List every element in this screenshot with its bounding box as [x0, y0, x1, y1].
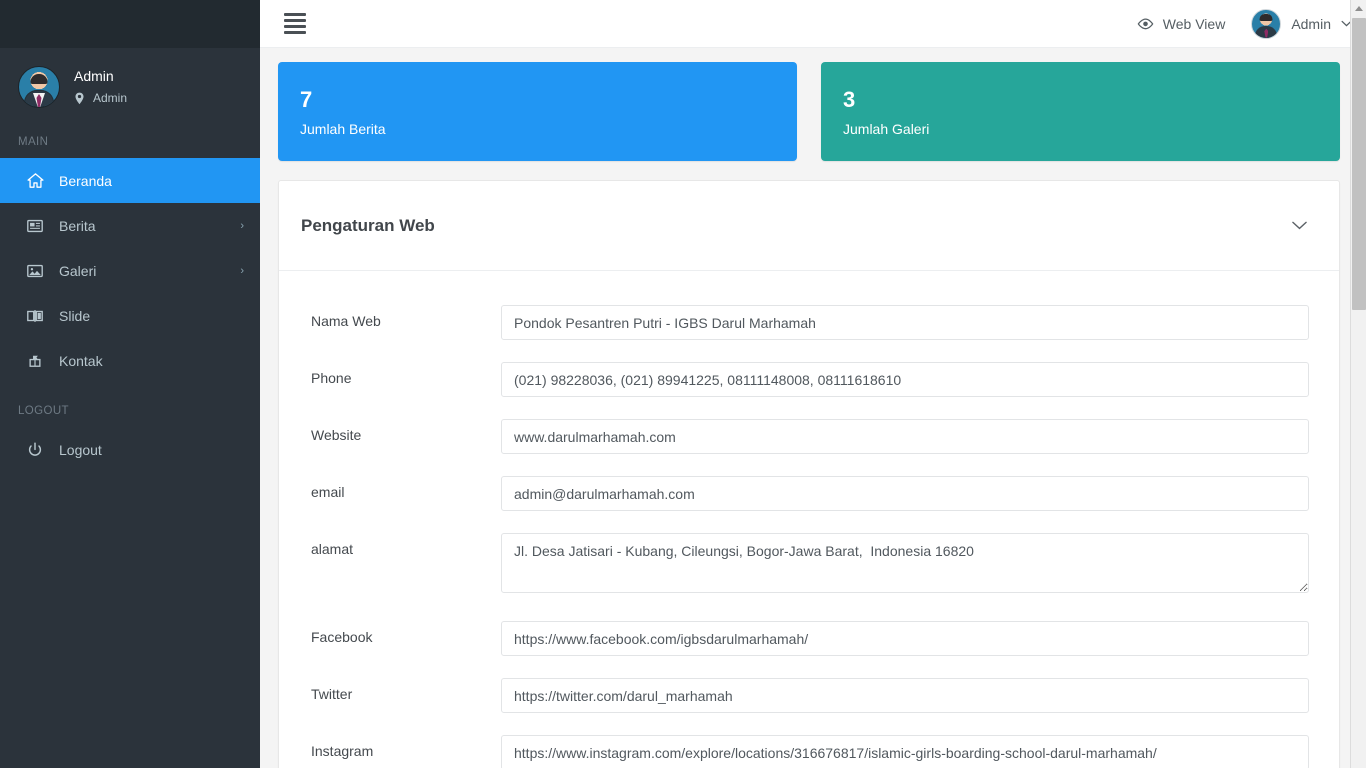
- field-label: Facebook: [311, 629, 373, 645]
- stat-label: Jumlah Galeri: [843, 121, 930, 138]
- field-row-instagram: Instagram: [311, 735, 1309, 768]
- sidebar-item-logout[interactable]: Logout: [0, 427, 260, 472]
- pengaturan-web-panel: Pengaturan Web Nama Web Phone: [278, 180, 1340, 768]
- sidebar-item-arrow: ›: [240, 264, 244, 277]
- stat-card-berita[interactable]: 7 Jumlah Berita: [278, 62, 797, 161]
- navbar-user-menu[interactable]: Admin: [1251, 8, 1352, 39]
- sidebar-item-label: Kontak: [59, 352, 103, 369]
- image-icon: [25, 261, 45, 281]
- stat-card-galeri[interactable]: 3 Jumlah Galeri: [821, 62, 1340, 161]
- field-row-nama-web: Nama Web: [311, 305, 1309, 340]
- panel-body: Nama Web Phone Website email: [279, 271, 1339, 768]
- facebook-input[interactable]: [501, 621, 1309, 656]
- panel-collapse-button[interactable]: [1286, 213, 1313, 238]
- sidebar-item-galeri[interactable]: Galeri ›: [0, 248, 260, 293]
- sidebar-section-main: MAIN: [18, 136, 49, 148]
- alamat-textarea[interactable]: [501, 533, 1309, 593]
- eye-icon: [1137, 18, 1154, 29]
- field-label: Website: [311, 427, 362, 443]
- page-title: Pengaturan Web: [301, 215, 435, 235]
- sidebar-item-label: Berita: [59, 217, 96, 234]
- sidebar-section-logout: LOGOUT: [18, 405, 69, 417]
- content-area: Web View Admin 7 Jumlah Berita 3 Jumlah …: [260, 0, 1366, 768]
- avatar: [18, 66, 60, 108]
- scrollbar-thumb[interactable]: [1352, 18, 1366, 310]
- avatar: [1251, 8, 1282, 39]
- sidebar-item-arrow: ›: [240, 219, 244, 232]
- top-navbar: Web View Admin: [260, 0, 1366, 48]
- field-label: Nama Web: [311, 313, 381, 329]
- home-icon: [25, 171, 45, 191]
- chevron-down-icon: [1292, 221, 1307, 230]
- triangle-up-icon: [1355, 6, 1363, 11]
- power-icon: [25, 440, 45, 460]
- page-body: 7 Jumlah Berita 3 Jumlah Galeri Pengatur…: [260, 48, 1366, 768]
- sidebar-item-kontak[interactable]: Kontak: [0, 338, 260, 383]
- stat-value: 3: [843, 87, 856, 112]
- field-label: Instagram: [311, 743, 374, 759]
- field-label: email: [311, 484, 345, 500]
- newspaper-icon: [25, 216, 45, 236]
- instagram-input[interactable]: [501, 735, 1309, 768]
- hamburger-icon[interactable]: [284, 6, 306, 41]
- stat-label: Jumlah Berita: [300, 121, 386, 138]
- stats-row: 7 Jumlah Berita 3 Jumlah Galeri: [278, 62, 1340, 161]
- sidebar-item-label: Beranda: [59, 172, 112, 189]
- field-label: Twitter: [311, 686, 353, 702]
- panel-header: Pengaturan Web: [279, 181, 1339, 271]
- sidebar-user-role-label: Admin: [93, 90, 128, 105]
- field-row-twitter: Twitter: [311, 678, 1309, 713]
- sidebar-item-beranda[interactable]: Beranda: [0, 158, 260, 203]
- field-row-website: Website: [311, 419, 1309, 454]
- sidebar-item-label: Logout: [59, 441, 102, 458]
- sidebar-item-berita[interactable]: Berita ›: [0, 203, 260, 248]
- sidebar-user-role: Admin: [74, 91, 127, 106]
- sidebar-logo-area: [0, 0, 260, 48]
- field-label: alamat: [311, 541, 354, 557]
- scroll-up-button[interactable]: [1351, 0, 1366, 17]
- twitter-input[interactable]: [501, 678, 1309, 713]
- web-view-link[interactable]: Web View: [1137, 15, 1226, 32]
- field-row-email: email: [311, 476, 1309, 511]
- sidebar-user-name: Admin: [74, 68, 114, 85]
- slideshow-icon: [25, 306, 45, 326]
- field-row-alamat: alamat: [311, 533, 1309, 593]
- contact-icon: [25, 351, 45, 371]
- field-row-facebook: Facebook: [311, 621, 1309, 656]
- location-pin-icon: [75, 92, 84, 104]
- email-input[interactable]: [501, 476, 1309, 511]
- sidebar-item-label: Slide: [59, 307, 91, 324]
- sidebar-item-slide[interactable]: Slide: [0, 293, 260, 338]
- navbar-right-group: Web View Admin: [1137, 8, 1352, 39]
- navbar-user-label: Admin: [1291, 15, 1331, 32]
- page-scrollbar[interactable]: [1350, 0, 1366, 768]
- web-view-label: Web View: [1162, 15, 1226, 32]
- sidebar: Admin Admin MAIN Beranda Berita › Galeri…: [0, 0, 260, 768]
- phone-input[interactable]: [501, 362, 1309, 397]
- sidebar-user-panel[interactable]: Admin Admin: [0, 48, 260, 124]
- sidebar-item-label: Galeri: [59, 262, 97, 279]
- sidebar-user-info: Admin Admin: [74, 68, 127, 106]
- nama-web-input[interactable]: [501, 305, 1309, 340]
- field-label: Phone: [311, 370, 352, 386]
- stat-value: 7: [300, 87, 313, 112]
- dashboard-page: Admin Admin MAIN Beranda Berita › Galeri…: [0, 0, 1366, 768]
- website-input[interactable]: [501, 419, 1309, 454]
- field-row-phone: Phone: [311, 362, 1309, 397]
